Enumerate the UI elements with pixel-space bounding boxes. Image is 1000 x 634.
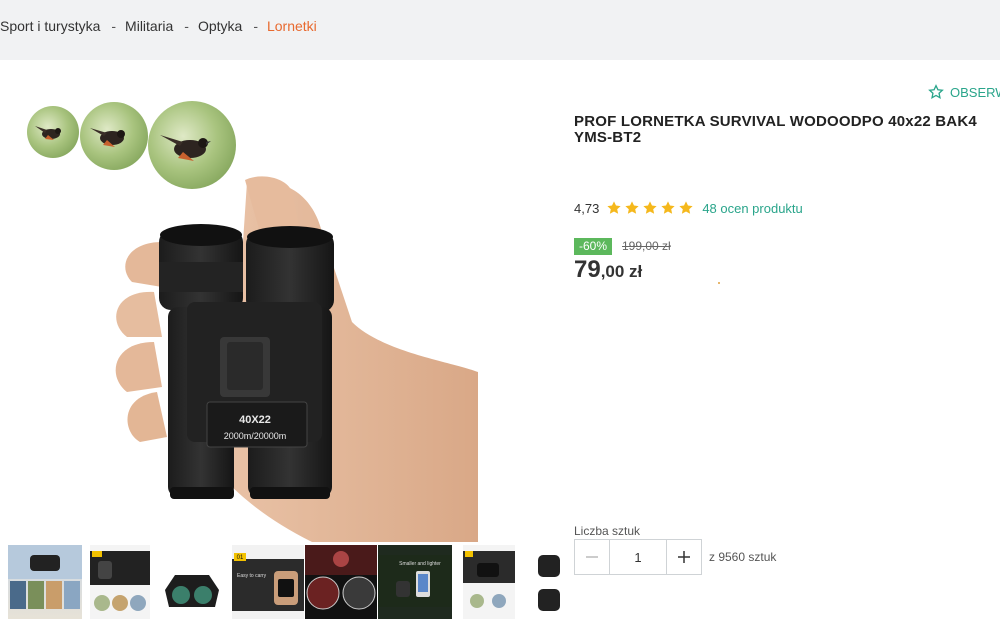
breadcrumb-item-sport[interactable]: Sport i turystyka: [0, 18, 100, 34]
breadcrumb-item-militaria[interactable]: Militaria: [125, 18, 173, 34]
quantity-available: z 9560 sztuk: [709, 550, 777, 564]
breadcrumb: Sport i turystyka - Militaria - Optyka -…: [0, 18, 317, 34]
star-filled-icon: [661, 201, 675, 214]
star-filled-icon: [679, 201, 693, 214]
old-price: 199,00 zł: [622, 239, 671, 253]
quantity-stepper: [574, 539, 702, 575]
binocular-model-label: 40X22: [239, 414, 271, 426]
quantity-input[interactable]: [609, 540, 667, 574]
thumbnail-6[interactable]: Smaller and lighter: [378, 545, 452, 619]
minus-icon: [586, 556, 598, 558]
star-filled-icon: [625, 201, 639, 214]
quantity-label: Liczba sztuk: [574, 524, 641, 538]
thumbnail-3[interactable]: [157, 545, 227, 619]
breadcrumb-separator: -: [253, 18, 258, 34]
thumbnail-text-smaller: Smaller and lighter: [399, 561, 441, 567]
thumbnail-4[interactable]: 01 Easy to carry: [232, 545, 304, 619]
binoculars-in-hand-image: 40X22 2000m/20000m: [115, 176, 478, 542]
thumbnail-text-easy-carry: Easy to carry: [237, 573, 267, 579]
thumbnail-strip: 01 Easy to carry Smaller and lighter: [0, 545, 560, 620]
quantity-increase-button[interactable]: [667, 540, 701, 574]
discount-badge: -60%: [574, 238, 613, 255]
thumbnail-5[interactable]: [305, 545, 377, 619]
rating-score: 4,73: [574, 200, 600, 216]
thumbnail-2[interactable]: [90, 545, 150, 619]
rating-count-link[interactable]: 48 ocen produktu: [702, 201, 802, 216]
watch-button[interactable]: OBSERWUJ: [928, 84, 1000, 100]
star-filled-icon: [643, 201, 657, 214]
quantity-decrease-button[interactable]: [575, 540, 609, 574]
thumbnail-1[interactable]: [8, 545, 82, 619]
product-title: PROF LORNETKA SURVIVAL WODOODPO 40x22 BA…: [574, 113, 977, 146]
thumbnail-badge: 01: [237, 555, 244, 561]
price-main: 79: [574, 256, 601, 283]
top-bar: Sport i turystyka - Militaria - Optyka -…: [0, 0, 1000, 60]
breadcrumb-separator: -: [111, 18, 117, 34]
binocular-range-label: 2000m/20000m: [224, 431, 287, 441]
current-price: 79,00 zł: [574, 256, 642, 284]
star-outline-icon: [928, 84, 944, 99]
breadcrumb-separator: -: [184, 18, 189, 34]
product-rating: 4,73 48 ocen produktu: [574, 200, 803, 216]
decorative-dot: [718, 282, 720, 284]
main-product-image[interactable]: 40X22 2000m/20000m: [22, 92, 478, 542]
breadcrumb-item-lornetki[interactable]: Lornetki: [267, 18, 317, 34]
breadcrumb-item-optyka[interactable]: Optyka: [198, 18, 242, 34]
thumbnail-7[interactable]: [463, 545, 515, 619]
star-filled-icon: [607, 201, 621, 214]
watch-label: OBSERWUJ: [950, 84, 1000, 100]
thumbnail-8[interactable]: [532, 545, 560, 619]
price-decimal: ,00 zł: [600, 262, 643, 281]
plus-icon: [678, 551, 690, 563]
rating-stars: [606, 200, 696, 216]
